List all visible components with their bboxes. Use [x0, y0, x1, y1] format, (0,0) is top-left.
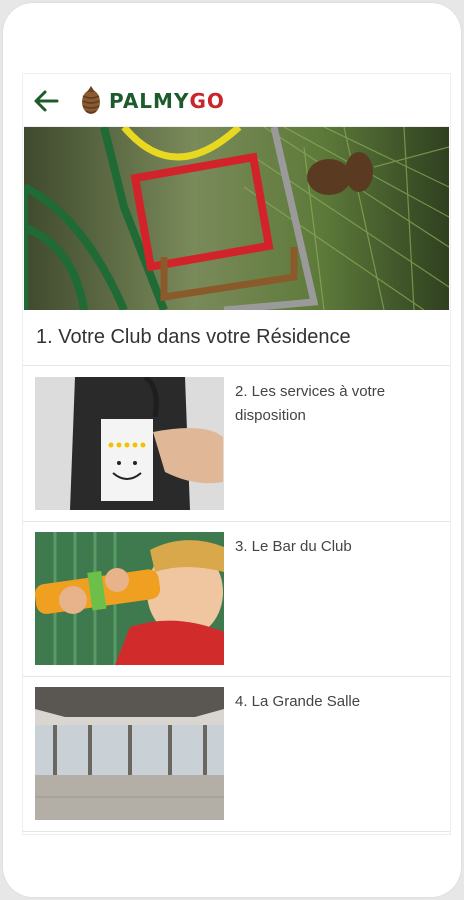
content-card: PALMYGO 1. Votre Club dans votre Résiden…: [22, 73, 451, 835]
list-item-label: 3. Le Bar du Club: [235, 538, 352, 555]
arrow-left-icon[interactable]: [31, 86, 61, 116]
app-logo: PALMYGO: [109, 89, 225, 113]
services-thumbnail: [35, 377, 224, 510]
list-item-label: 4. La Grande Salle: [235, 693, 361, 710]
hero-banner-image: [24, 127, 449, 310]
bar-thumbnail: [35, 532, 224, 665]
section-title-text: 1. Votre Club dans votre Résidence: [36, 326, 351, 348]
list-item-label: 2. Les services à votre disposition: [235, 383, 386, 424]
logo-text-palmy: PALMY: [109, 89, 190, 113]
app-bar: PALMYGO: [23, 74, 450, 127]
phone-frame: PALMYGO 1. Votre Club dans votre Résiden…: [3, 3, 461, 897]
pinecone-icon: [82, 86, 100, 114]
salle-thumbnail: [35, 687, 224, 820]
list-item-services[interactable]: 2. Les services à votre disposition: [23, 366, 450, 522]
logo-text-go: GO: [189, 89, 225, 113]
list-item-bar[interactable]: 3. Le Bar du Club: [23, 521, 450, 677]
list-item-salle[interactable]: 4. La Grande Salle: [23, 676, 450, 832]
section-title[interactable]: 1. Votre Club dans votre Résidence: [23, 310, 450, 366]
